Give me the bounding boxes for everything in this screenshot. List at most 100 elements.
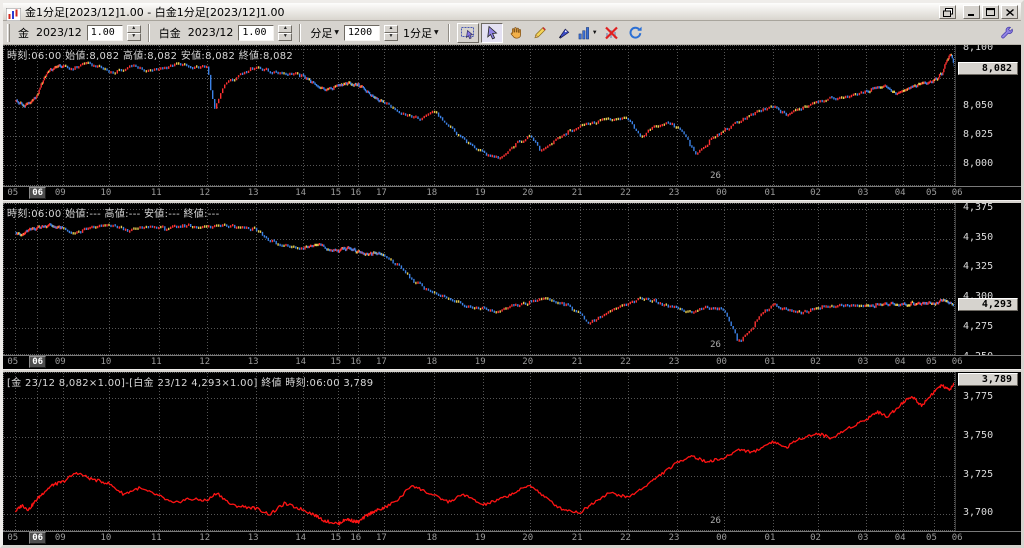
time-tick-label: 21 xyxy=(572,188,583,198)
close-button[interactable] xyxy=(1001,5,1018,19)
platinum-plot-area[interactable]: 時刻:06:00 始値:--- 高値:--- 安値:--- 終値:--- 26 xyxy=(3,203,955,355)
gold-price-axis[interactable]: 8,1008,0508,0258,0008,082 xyxy=(955,45,1021,200)
time-tick-label: 22 xyxy=(620,188,631,198)
refresh-icon[interactable] xyxy=(625,23,647,43)
time-tick-label: 03 xyxy=(858,188,869,198)
time-tick-label: 16 xyxy=(350,357,361,367)
platinum-chart-panel: 時刻:06:00 始値:--- 高値:--- 安値:--- 終値:--- 26 … xyxy=(3,203,1021,369)
toolbar-grip[interactable] xyxy=(7,24,10,42)
time-tick-label: 12 xyxy=(199,533,210,543)
time-tick-label: 14 xyxy=(295,188,306,198)
chevron-down-icon: ▼ xyxy=(434,29,439,36)
cursor-icon[interactable] xyxy=(481,23,503,43)
time-tick-label: 04 xyxy=(895,533,906,543)
date-label: 26 xyxy=(710,171,721,181)
time-tick-label: 13 xyxy=(248,357,259,367)
price-tick-label: 3,725 xyxy=(963,469,993,480)
time-tick-label: 01 xyxy=(765,533,776,543)
spread-plot-area[interactable]: [金 23/12 8,082×1.00]-[白金 23/12 4,293×1.0… xyxy=(3,372,955,531)
time-tick-label: 09 xyxy=(55,357,66,367)
time-tick-label: 13 xyxy=(248,188,259,198)
gold-multiplier-up[interactable]: ▲ xyxy=(127,25,141,33)
time-tick-label: 22 xyxy=(620,533,631,543)
current-price-box: 4,293 xyxy=(958,298,1018,311)
date-label: 26 xyxy=(710,340,721,350)
time-tick-label: 18 xyxy=(426,357,437,367)
time-tick-label: 11 xyxy=(151,533,162,543)
platinum-multiplier-stepper: ▲▼ xyxy=(278,25,292,41)
time-tick-label: 20 xyxy=(522,533,533,543)
time-tick-label: 21 xyxy=(572,357,583,367)
time-tick-label: 06 xyxy=(952,533,963,543)
chevron-down-icon: ▼ xyxy=(334,29,339,36)
spread-time-axis[interactable]: 0506091011121314151617181920212223000102… xyxy=(3,531,1021,545)
clear-drawings-icon[interactable] xyxy=(601,23,623,43)
time-tick-label: 06 xyxy=(29,187,46,199)
float-window-button[interactable] xyxy=(939,5,956,19)
bar-style-icon[interactable]: ▼ xyxy=(577,23,599,43)
hand-icon[interactable] xyxy=(505,23,527,43)
price-tick-label: 8,025 xyxy=(963,129,993,140)
current-price-box: 8,082 xyxy=(958,62,1018,75)
time-tick-label: 04 xyxy=(895,188,906,198)
platinum-time-axis[interactable]: 0506091011121314151617181920212223000102… xyxy=(3,355,1021,369)
toolbar-icons: ▼ xyxy=(457,23,647,43)
time-tick-label: 15 xyxy=(330,188,341,198)
platinum-multiplier-down[interactable]: ▼ xyxy=(278,33,292,41)
wrench-icon[interactable] xyxy=(995,23,1017,43)
separator xyxy=(448,24,450,42)
time-tick-label: 06 xyxy=(29,532,46,544)
time-tick-label: 14 xyxy=(295,533,306,543)
gold-time-axis[interactable]: 0506091011121314151617181920212223000102… xyxy=(3,186,1021,200)
maximize-button[interactable] xyxy=(982,5,999,19)
time-tick-label: 09 xyxy=(55,188,66,198)
time-tick-label: 18 xyxy=(426,533,437,543)
time-tick-label: 02 xyxy=(810,533,821,543)
time-tick-label: 20 xyxy=(522,357,533,367)
platinum-multiplier-input[interactable]: 1.00 xyxy=(238,25,274,41)
pencil-icon[interactable] xyxy=(529,23,551,43)
platinum-contract-select[interactable]: 2023/12 xyxy=(186,26,236,39)
time-tick-label: 06 xyxy=(29,356,46,368)
time-tick-label: 05 xyxy=(7,188,18,198)
title-bar[interactable]: 金1分足[2023/12]1.00 - 白金1分足[2023/12]1.00 xyxy=(3,3,1021,21)
zoom-select-icon[interactable] xyxy=(457,23,479,43)
gold-contract-select[interactable]: 2023/12 xyxy=(34,26,84,39)
time-tick-label: 10 xyxy=(101,188,112,198)
bar-count-down[interactable]: ▼ xyxy=(384,33,398,41)
spread-price-axis[interactable]: 3,7753,7503,7253,7003,789 xyxy=(955,372,1021,545)
gold-multiplier-input[interactable]: 1.00 xyxy=(87,25,123,41)
time-tick-label: 15 xyxy=(330,533,341,543)
time-tick-label: 03 xyxy=(858,533,869,543)
time-tick-label: 17 xyxy=(376,533,387,543)
period-type-select[interactable]: 分足▼ xyxy=(308,25,341,41)
bar-count-up[interactable]: ▲ xyxy=(384,25,398,33)
time-tick-label: 23 xyxy=(669,357,680,367)
gold-label: 金 xyxy=(16,25,31,41)
time-tick-label: 05 xyxy=(7,357,18,367)
price-tick-label: 4,375 xyxy=(963,203,993,213)
price-tick-label: 4,350 xyxy=(963,232,993,243)
minimize-button[interactable] xyxy=(963,5,980,19)
price-tick-label: 3,775 xyxy=(963,391,993,402)
time-tick-label: 10 xyxy=(101,357,112,367)
time-tick-label: 01 xyxy=(765,357,776,367)
platinum-ohlc-readout: 時刻:06:00 始値:--- 高値:--- 安値:--- 終値:--- xyxy=(7,205,219,220)
time-tick-label: 06 xyxy=(952,188,963,198)
gold-plot-area[interactable]: 時刻:06:00 始値:8,082 高値:8,082 安値:8,082 終値:8… xyxy=(3,45,955,186)
time-tick-label: 16 xyxy=(350,188,361,198)
price-tick-label: 3,750 xyxy=(963,430,993,441)
time-tick-label: 19 xyxy=(475,188,486,198)
bar-count-input[interactable]: 1200 xyxy=(344,25,380,41)
candlestick-chart-icon xyxy=(6,6,21,19)
interval-select[interactable]: 1分足▼ xyxy=(401,25,441,41)
gold-multiplier-down[interactable]: ▼ xyxy=(127,33,141,41)
platinum-label: 白金 xyxy=(157,25,183,41)
platinum-price-axis[interactable]: 4,3754,3504,3254,3004,2754,2504,293 xyxy=(955,203,1021,369)
separator xyxy=(148,24,150,42)
platinum-multiplier-up[interactable]: ▲ xyxy=(278,25,292,33)
pen-icon[interactable] xyxy=(553,23,575,43)
time-tick-label: 13 xyxy=(248,533,259,543)
time-tick-label: 15 xyxy=(330,357,341,367)
time-tick-label: 11 xyxy=(151,357,162,367)
